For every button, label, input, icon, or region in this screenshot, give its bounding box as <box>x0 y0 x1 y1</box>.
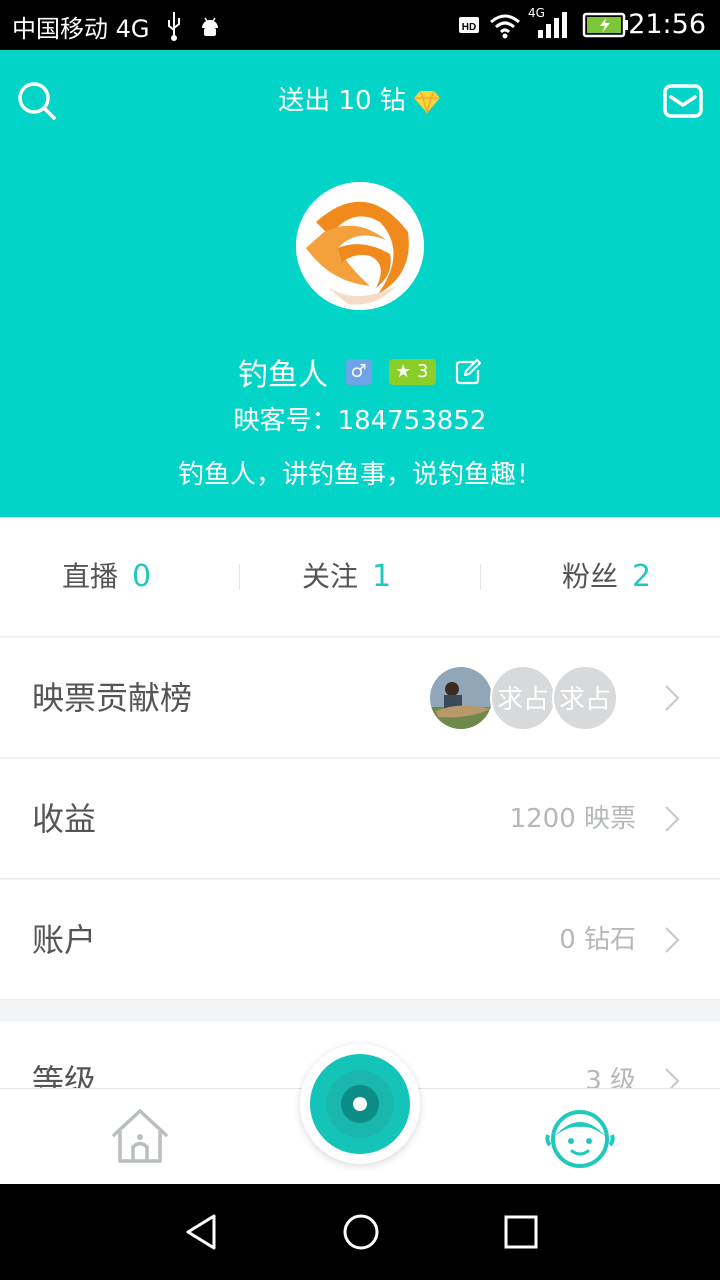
back-icon[interactable] <box>182 1212 222 1252</box>
gift-title-text: 送出 10 钻 <box>278 86 406 116</box>
usb-icon <box>168 12 180 41</box>
gender-male-icon: ♂ <box>345 359 372 385</box>
fan-placeholder-2[interactable]: 求占 <box>552 665 618 731</box>
stat-following-label: 关注 <box>302 560 359 593</box>
avatar[interactable] <box>296 182 424 310</box>
diamond-icon <box>413 90 440 113</box>
stat-divider <box>239 564 240 590</box>
android-debug-icon <box>202 17 218 36</box>
status-bar: 中国移动 4G HD 4G 21:56 <box>0 0 720 50</box>
contribution-ranking-row[interactable]: 映票贡献榜 求占 求占 <box>0 638 720 758</box>
username: 钓鱼人 <box>238 358 329 393</box>
chevron-right-icon <box>665 685 680 711</box>
battery-icon <box>582 12 628 38</box>
earnings-value: 1200 映票 <box>509 804 636 834</box>
wifi-icon <box>490 14 520 39</box>
system-nav-bar <box>0 1184 720 1280</box>
live-camera-icon <box>310 1054 410 1154</box>
carrier-label: 中国移动 4G <box>12 15 150 43</box>
profile-face-icon[interactable] <box>544 1105 616 1169</box>
stat-fans[interactable]: 粉丝 2 <box>562 517 651 637</box>
gift-title[interactable]: 送出 10 钻 <box>0 80 720 117</box>
home-icon[interactable] <box>108 1107 172 1167</box>
stat-live-label: 直播 <box>62 560 119 593</box>
home-circle-icon[interactable] <box>341 1212 381 1252</box>
start-live-button[interactable] <box>300 1044 420 1164</box>
star-icon: ★ <box>395 361 412 382</box>
earnings-row[interactable]: 收益 1200 映票 <box>0 759 720 879</box>
fan-placeholder-1[interactable]: 求占 <box>490 665 556 731</box>
stat-following[interactable]: 关注 1 <box>302 517 391 637</box>
stat-following-count: 1 <box>372 559 392 594</box>
signal-icon <box>538 12 567 38</box>
stat-fans-label: 粉丝 <box>562 560 619 593</box>
stat-live-count: 0 <box>132 559 152 594</box>
profile-header: 送出 10 钻 钓鱼人 ♂ ★ 3 映客号：184753852 钓鱼人，讲钓鱼事… <box>0 50 720 517</box>
account-label: 账户 <box>32 921 97 959</box>
top-fan-photo <box>430 667 492 729</box>
stats-bar: 直播 0 关注 1 粉丝 2 <box>0 517 720 637</box>
svg-text:HD: HD <box>462 22 476 33</box>
stat-live[interactable]: 直播 0 <box>62 517 151 637</box>
account-value: 0 钻石 <box>559 925 636 955</box>
mail-icon[interactable] <box>660 78 706 124</box>
chevron-right-icon <box>665 806 680 832</box>
name-row: 钓鱼人 ♂ ★ 3 <box>0 350 720 394</box>
edit-icon[interactable] <box>454 358 482 386</box>
account-id: 映客号：184753852 <box>233 406 487 436</box>
clock: 21:56 <box>628 9 706 40</box>
level-badge: ★ 3 <box>389 359 437 385</box>
stat-fans-count: 2 <box>632 559 652 594</box>
top-fan-avatar[interactable] <box>428 665 494 731</box>
recents-icon[interactable] <box>501 1212 541 1252</box>
account-row[interactable]: 账户 0 钻石 <box>0 880 720 1000</box>
bio: 钓鱼人，讲钓鱼事，说钓鱼趣！ <box>177 460 542 490</box>
contribution-ranking-label: 映票贡献榜 <box>32 679 193 717</box>
level-value: 3 <box>416 361 429 382</box>
chevron-right-icon <box>665 927 680 953</box>
stat-divider <box>480 564 481 590</box>
earnings-label: 收益 <box>32 800 97 838</box>
avatar-logo-icon <box>296 182 424 310</box>
hd-icon: HD <box>459 17 479 33</box>
